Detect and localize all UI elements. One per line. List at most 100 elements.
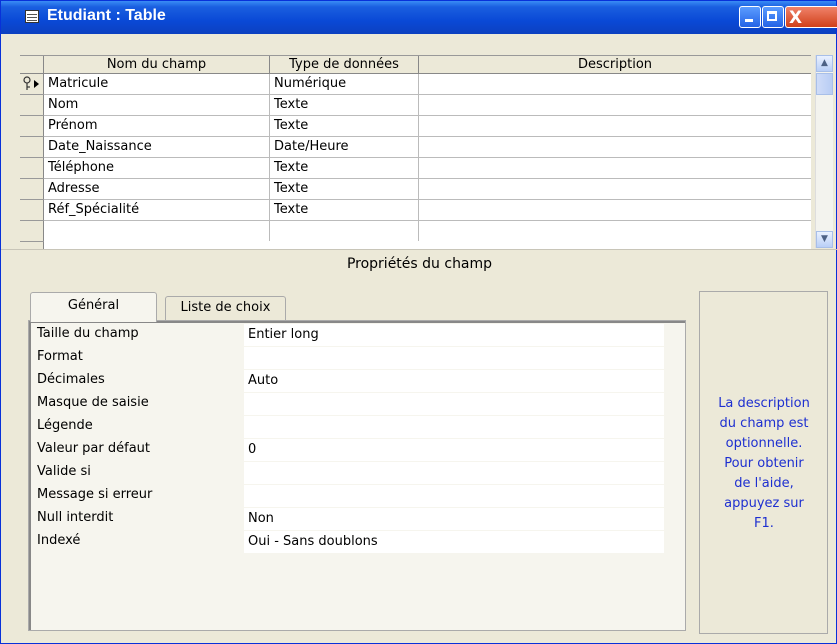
divider xyxy=(1,249,837,250)
description-cell[interactable] xyxy=(419,74,811,94)
header-field-name[interactable]: Nom du champ xyxy=(44,56,270,73)
property-value[interactable] xyxy=(244,485,664,507)
property-row[interactable]: Null interdit Non xyxy=(37,508,667,530)
table-row[interactable]: Matricule Numérique xyxy=(44,74,811,95)
help-line: appuyez sur xyxy=(724,496,804,511)
row-selector[interactable] xyxy=(20,200,44,221)
property-row[interactable]: Masque de saisie xyxy=(37,393,667,415)
field-name-cell[interactable]: Matricule xyxy=(44,74,270,94)
property-label: Masque de saisie xyxy=(37,395,149,410)
header-data-type[interactable]: Type de données xyxy=(270,56,419,73)
description-cell[interactable] xyxy=(419,200,811,220)
property-label: Valeur par défaut xyxy=(37,441,151,456)
property-label: Valide si xyxy=(37,464,91,479)
property-row[interactable]: Indexé Oui - Sans doublons xyxy=(37,531,667,553)
table-row[interactable]: Réf_Spécialité Texte xyxy=(44,200,811,221)
description-cell[interactable] xyxy=(419,137,811,157)
property-value[interactable] xyxy=(244,393,664,415)
data-type-cell[interactable]: Texte xyxy=(270,95,419,115)
table-row[interactable]: Prénom Texte xyxy=(44,116,811,137)
row-selector-column xyxy=(20,74,44,249)
data-type-cell[interactable]: Texte xyxy=(270,116,419,136)
description-cell[interactable] xyxy=(419,95,811,115)
help-line: F1. xyxy=(754,516,774,531)
properties-panel: Taille du champ Entier long Format Décim… xyxy=(28,320,686,631)
row-selector[interactable] xyxy=(20,179,44,200)
table-row[interactable]: Téléphone Texte xyxy=(44,158,811,179)
close-icon: X xyxy=(789,8,803,28)
primary-key-icon xyxy=(23,76,39,90)
field-properties-title: Propriétés du champ xyxy=(346,256,493,272)
field-name-cell[interactable]: Téléphone xyxy=(44,158,270,178)
description-cell[interactable] xyxy=(419,158,811,178)
help-line: Pour obtenir xyxy=(724,456,804,471)
help-panel: La description du champ est optionnelle.… xyxy=(699,291,828,634)
field-name-cell[interactable]: Date_Naissance xyxy=(44,137,270,157)
property-label: Message si erreur xyxy=(37,487,153,502)
field-name-cell[interactable] xyxy=(44,221,270,241)
maximize-button[interactable] xyxy=(762,6,784,28)
property-row[interactable]: Message si erreur xyxy=(37,485,667,507)
property-value[interactable] xyxy=(244,347,664,369)
minimize-icon xyxy=(745,19,753,22)
property-value[interactable]: Entier long xyxy=(244,324,664,346)
field-name-cell[interactable]: Adresse xyxy=(44,179,270,199)
table-row[interactable]: Adresse Texte xyxy=(44,179,811,200)
row-selector[interactable] xyxy=(20,137,44,158)
table-row[interactable]: Date_Naissance Date/Heure xyxy=(44,137,811,158)
row-selector-header xyxy=(20,56,44,73)
property-row[interactable]: Valide si xyxy=(37,462,667,484)
header-description[interactable]: Description xyxy=(419,56,811,73)
field-name-cell[interactable]: Nom xyxy=(44,95,270,115)
property-row[interactable]: Légende xyxy=(37,416,667,438)
description-cell[interactable] xyxy=(419,221,811,241)
data-type-cell[interactable]: Date/Heure xyxy=(270,137,419,157)
row-selector[interactable] xyxy=(20,158,44,179)
row-selector[interactable] xyxy=(20,74,44,95)
data-type-cell[interactable]: Numérique xyxy=(270,74,419,94)
property-label: Décimales xyxy=(37,372,105,387)
data-type-cell[interactable]: Texte xyxy=(270,179,419,199)
property-value[interactable]: 0 xyxy=(244,439,664,461)
field-name-cell[interactable]: Prénom xyxy=(44,116,270,136)
help-line: de l'aide, xyxy=(734,476,794,491)
property-label: Légende xyxy=(37,418,93,433)
property-row[interactable]: Taille du champ Entier long xyxy=(37,324,667,346)
tab-lookup[interactable]: Liste de choix xyxy=(165,296,286,320)
scroll-down-button[interactable]: ▼ xyxy=(816,231,833,248)
data-type-cell[interactable] xyxy=(270,221,419,241)
property-label: Taille du champ xyxy=(37,326,139,341)
tab-general[interactable]: Général xyxy=(30,292,157,322)
data-type-cell[interactable]: Texte xyxy=(270,200,419,220)
property-label: Indexé xyxy=(37,533,81,548)
property-value[interactable]: Oui - Sans doublons xyxy=(244,531,664,553)
help-line: du champ est xyxy=(719,416,809,431)
help-line: La description xyxy=(718,396,810,411)
property-row[interactable]: Format xyxy=(37,347,667,369)
description-cell[interactable] xyxy=(419,116,811,136)
field-name-cell[interactable]: Réf_Spécialité xyxy=(44,200,270,220)
help-text: La description du champ est optionnelle.… xyxy=(704,394,824,534)
table-row[interactable] xyxy=(44,221,811,242)
minimize-button[interactable] xyxy=(739,6,761,28)
grid-header: Nom du champ Type de données Description xyxy=(20,56,811,74)
property-row[interactable]: Valeur par défaut 0 xyxy=(37,439,667,461)
title-bar[interactable]: Etudiant : Table X xyxy=(1,1,837,34)
row-selector[interactable] xyxy=(20,116,44,137)
table-row[interactable]: Nom Texte xyxy=(44,95,811,116)
property-row[interactable]: Décimales Auto xyxy=(37,370,667,392)
description-cell[interactable] xyxy=(419,179,811,199)
property-value[interactable] xyxy=(244,462,664,484)
close-button[interactable]: X xyxy=(785,6,837,28)
maximize-icon xyxy=(767,11,777,21)
property-value[interactable] xyxy=(244,416,664,438)
row-selector[interactable] xyxy=(20,95,44,116)
property-value[interactable]: Auto xyxy=(244,370,664,392)
scroll-up-button[interactable]: ▲ xyxy=(816,55,833,72)
data-type-cell[interactable]: Texte xyxy=(270,158,419,178)
vertical-scrollbar[interactable]: ▲ ▼ xyxy=(815,55,833,248)
property-value[interactable]: Non xyxy=(244,508,664,530)
scroll-thumb[interactable] xyxy=(816,73,833,95)
row-selector[interactable] xyxy=(20,221,44,242)
help-line: optionnelle. xyxy=(725,436,803,451)
